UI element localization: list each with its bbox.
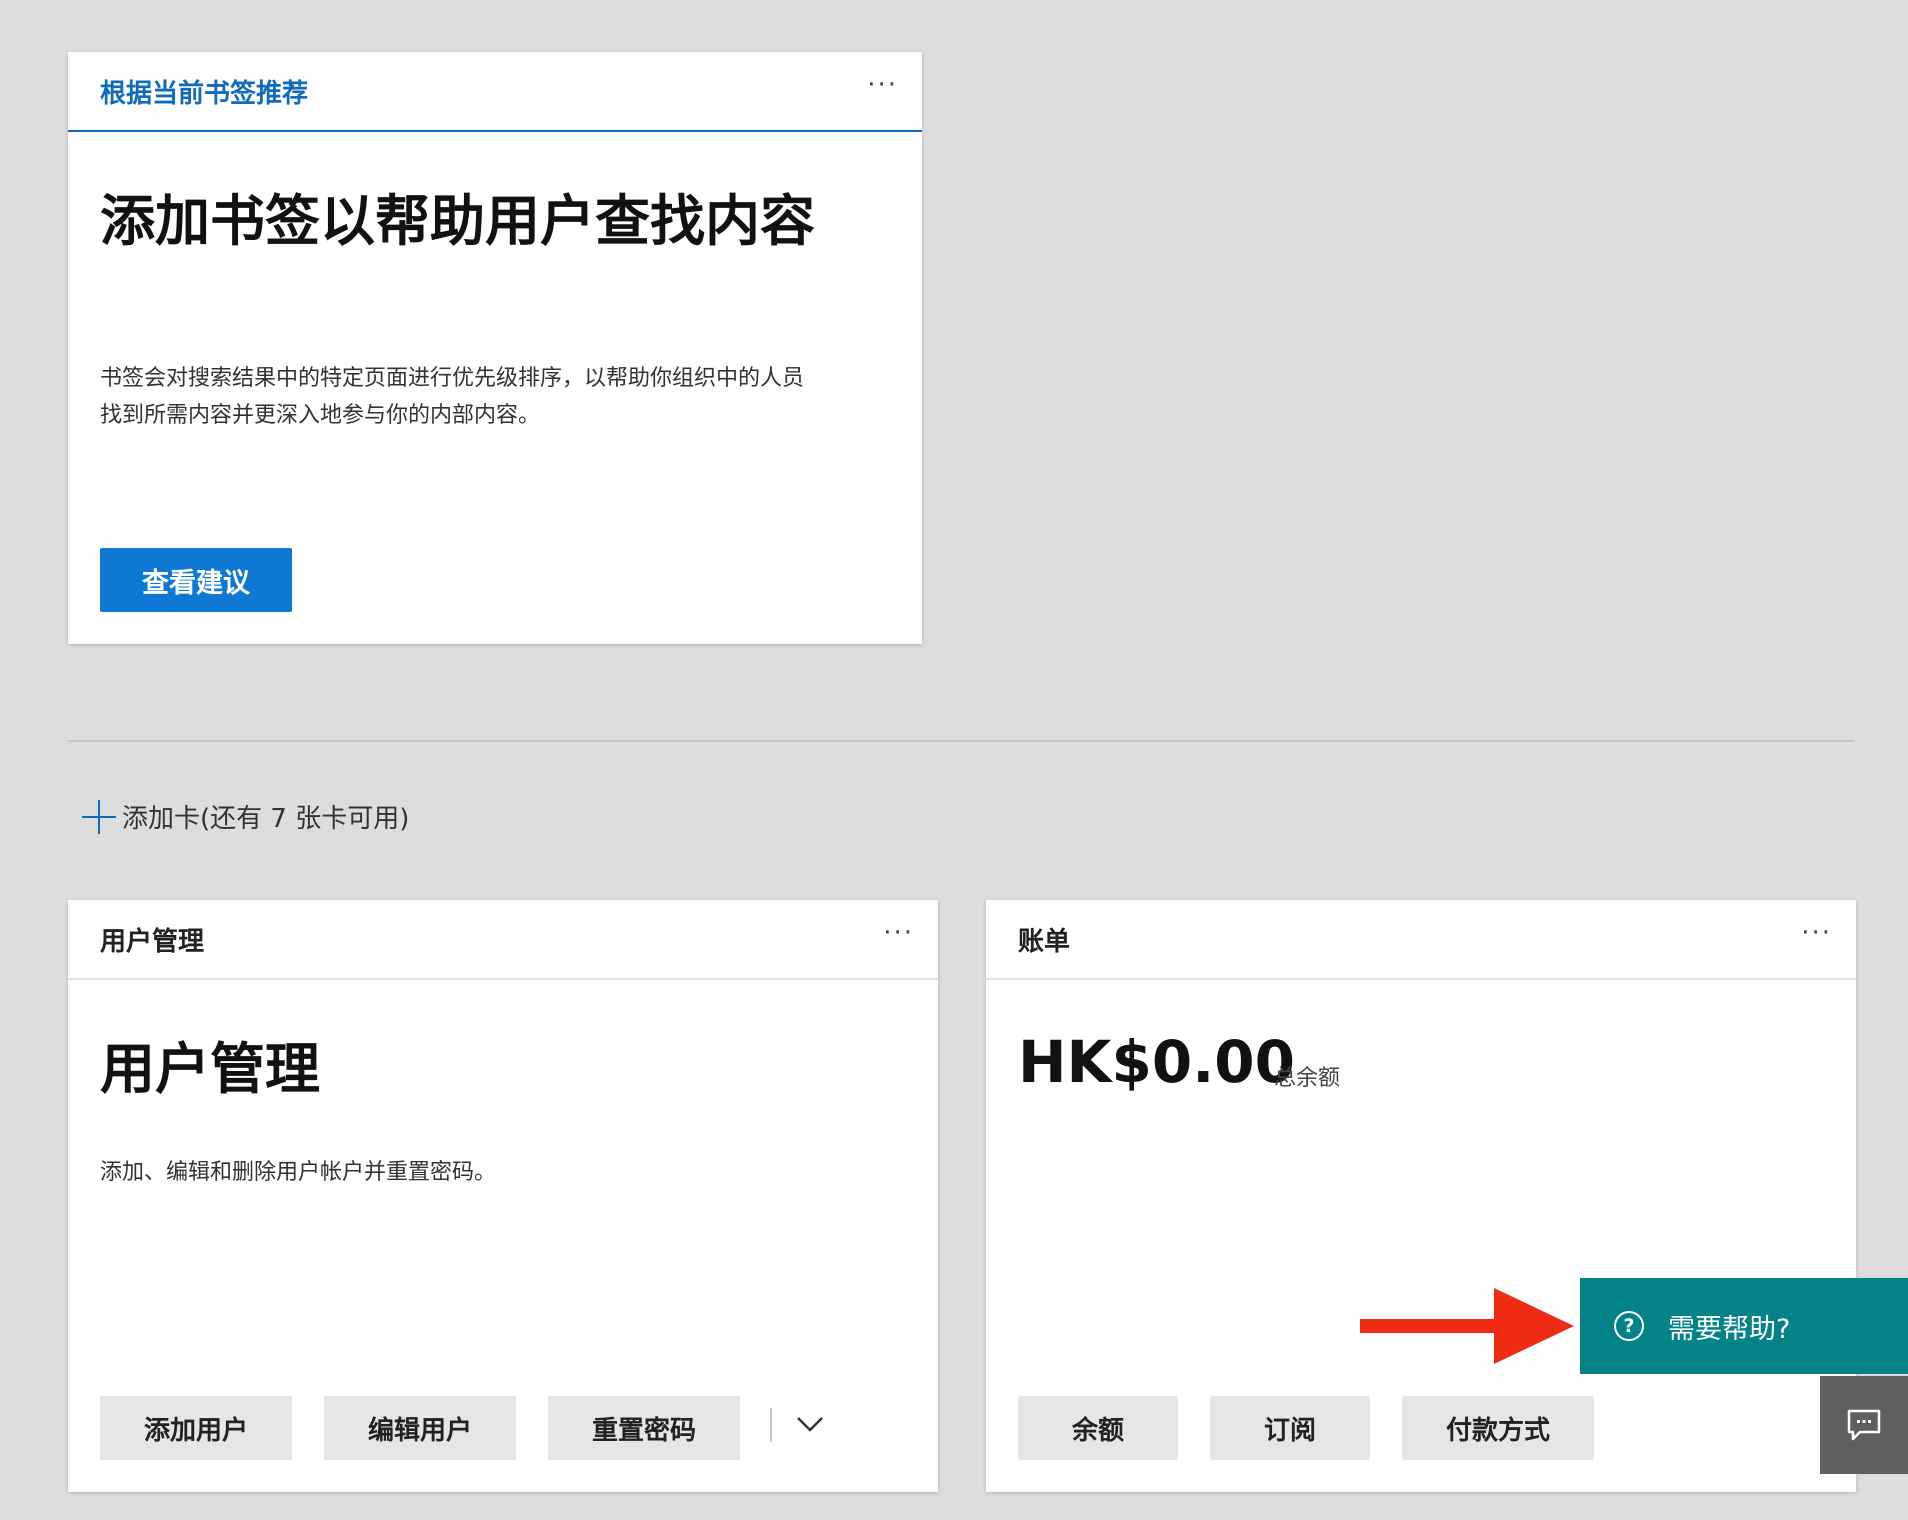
edit-user-button[interactable]: 编辑用户 — [324, 1396, 516, 1460]
add-card-link[interactable]: 添加卡(还有 7 张卡可用) — [82, 798, 409, 835]
payment-methods-button[interactable]: 付款方式 — [1402, 1396, 1594, 1460]
page: 根据当前书签推荐 ··· 添加书签以帮助用户查找内容 书签会对搜索结果中的特定页… — [0, 0, 1908, 1520]
card-description-line: 书签会对搜索结果中的特定页面进行优先级排序，以帮助你组织中的人员 — [100, 366, 805, 391]
more-icon[interactable]: ··· — [867, 70, 898, 100]
balance-caption: 总余额 — [1274, 1066, 1341, 1091]
plus-icon — [82, 799, 116, 834]
card-header-title: 根据当前书签推荐 — [100, 78, 309, 109]
card-description: 书签会对搜索结果中的特定页面进行优先级排序，以帮助你组织中的人员 找到所需内容并… — [100, 360, 804, 434]
arrow-right-icon — [1360, 1288, 1574, 1364]
card-header-title: 用户管理 — [100, 926, 205, 957]
help-circle-icon: ? — [1614, 1311, 1644, 1341]
feedback-button[interactable] — [1820, 1376, 1908, 1474]
bookmark-recommendation-card: 根据当前书签推荐 ··· 添加书签以帮助用户查找内容 书签会对搜索结果中的特定页… — [68, 52, 922, 644]
button-separator — [770, 1408, 772, 1442]
billing-card: 账单 ··· HK$0.00 总余额 余额 订阅 付款方式 — [986, 900, 1856, 1492]
user-management-card: 用户管理 ··· 用户管理 添加、编辑和删除用户帐户并重置密码。 添加用户 编辑… — [68, 900, 938, 1492]
more-icon[interactable]: ··· — [883, 918, 914, 948]
card-header: 用户管理 ··· — [68, 900, 938, 980]
add-card-label: 添加卡(还有 7 张卡可用) — [122, 804, 410, 834]
balance-amount: HK$0.00 — [1018, 1028, 1295, 1096]
need-help-label: 需要帮助? — [1668, 1313, 1791, 1345]
more-icon[interactable]: ··· — [1801, 918, 1832, 948]
add-user-button[interactable]: 添加用户 — [100, 1396, 292, 1460]
card-title: 添加书签以帮助用户查找内容 — [100, 189, 816, 253]
card-header: 账单 ··· — [986, 900, 1856, 980]
card-title: 用户管理 — [100, 1037, 321, 1101]
need-help-button[interactable]: ? 需要帮助? — [1580, 1278, 1908, 1374]
card-description: 添加、编辑和删除用户帐户并重置密码。 — [100, 1160, 497, 1185]
card-header-title: 账单 — [1018, 926, 1071, 957]
section-divider — [68, 740, 1854, 742]
reset-password-button[interactable]: 重置密码 — [548, 1396, 740, 1460]
subscriptions-button[interactable]: 订阅 — [1210, 1396, 1370, 1460]
card-description-line: 找到所需内容并更深入地参与你的内部内容。 — [100, 403, 541, 428]
feedback-icon — [1847, 1409, 1881, 1441]
card-header: 根据当前书签推荐 ··· — [68, 52, 922, 132]
chevron-down-icon[interactable] — [790, 1404, 830, 1444]
balance-button[interactable]: 余额 — [1018, 1396, 1178, 1460]
view-suggestions-button[interactable]: 查看建议 — [100, 548, 292, 612]
